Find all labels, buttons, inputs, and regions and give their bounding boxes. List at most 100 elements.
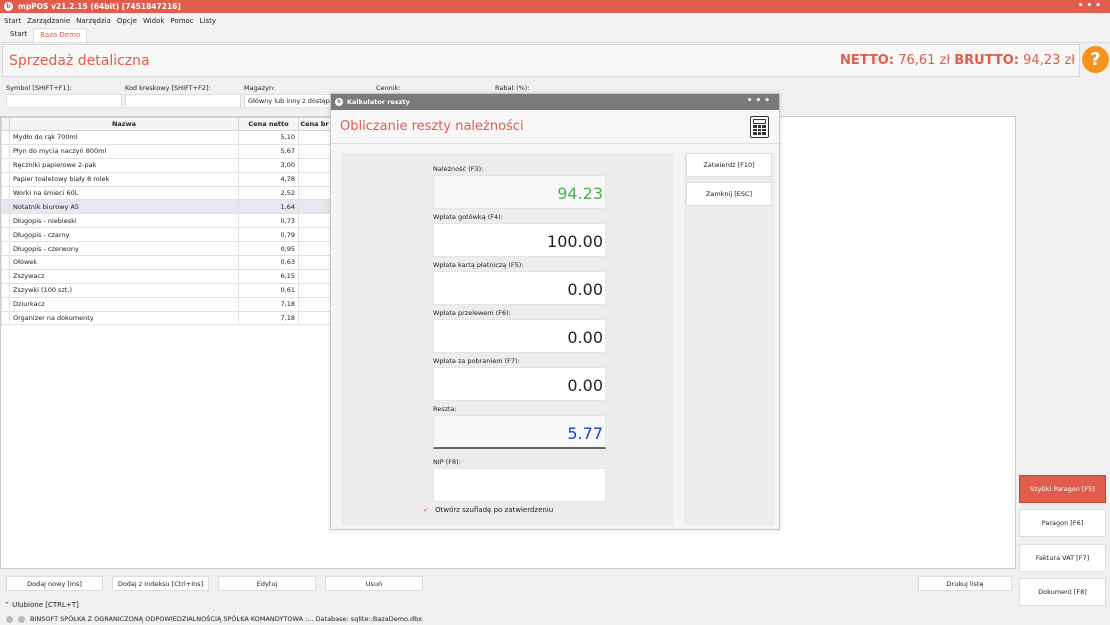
change-calculator-dialog: b Kalkulator reszty ••• Obliczanie reszt… <box>330 93 780 530</box>
dialog-title: Kalkulator reszty <box>347 98 410 106</box>
cod-input[interactable]: 0.00 <box>433 367 606 401</box>
product-name: Zszywki (100 szt.) <box>9 282 239 298</box>
menu-options[interactable]: Opcje <box>117 17 137 25</box>
product-name: Dziurkacz <box>9 296 239 312</box>
change-label: Reszta: <box>433 405 457 413</box>
gross-price <box>298 199 331 215</box>
edit-button[interactable]: Edytuj <box>218 576 316 591</box>
row-indicator <box>1 185 10 201</box>
menu-view[interactable]: Widok <box>143 17 165 25</box>
open-drawer-checkbox[interactable]: ✓ Otwórz szufladę po zatwierdzeniu <box>423 506 553 514</box>
row-indicator <box>1 241 10 257</box>
bottom-toolbar: Dodaj nowy [Ins] Dodaj z indeksu [Ctrl+I… <box>0 576 1016 591</box>
product-name: Długopis - czerwony <box>9 241 239 257</box>
table-row[interactable]: Dziurkacz 7,18 <box>1 296 331 312</box>
table-row[interactable]: Papier toaletowy biały 8 rolek 4,78 <box>1 171 331 187</box>
table-row[interactable]: Mydło do rąk 700ml 5,10 <box>1 130 331 145</box>
confirm-button[interactable]: Zatwierdź [F10] <box>686 153 772 177</box>
gross-price <box>298 241 331 257</box>
product-name: Ołówek <box>9 255 239 270</box>
receipt-button[interactable]: Paragon [F6] <box>1019 509 1106 537</box>
change-field: Reszta: 5.77 <box>433 405 606 449</box>
dialog-menu-icon[interactable]: ••• <box>747 97 773 106</box>
barcode-label: Kod kreskowy [SHIFT+F2]: <box>125 84 211 92</box>
table-row[interactable]: Zszywacz 6,15 <box>1 268 331 284</box>
gross-price <box>298 255 331 270</box>
barcode-input[interactable] <box>125 94 241 108</box>
cash-label: Wpłata gotówką (F4): <box>433 213 503 221</box>
table-row[interactable]: Płyn do mycia naczyń 800ml 5,67 <box>1 143 331 159</box>
net-price: 5,67 <box>238 143 299 159</box>
table-row[interactable]: Długopis - czerwony 0,95 <box>1 241 331 257</box>
cod-label: Wpłata za pobraniem (F7): <box>433 357 520 365</box>
print-list-button[interactable]: Drukuj listę <box>918 576 1012 591</box>
gross-price <box>298 227 331 243</box>
page-title: Sprzedaż detaliczna <box>9 52 150 69</box>
dialog-titlebar: b Kalkulator reszty ••• <box>331 94 779 110</box>
window-menu-icon[interactable]: ••• <box>1078 2 1104 11</box>
symbol-label: Symbol [SHIFT+F1]: <box>6 84 72 92</box>
invoice-button[interactable]: Faktura VAT [F7] <box>1019 544 1106 572</box>
gross-price <box>298 185 331 201</box>
table-row[interactable]: Organizer na dokumenty 7,18 <box>1 310 331 326</box>
product-name: Zszywacz <box>9 268 239 284</box>
add-from-index-button[interactable]: Dodaj z indeksu [Ctrl+Ins] <box>112 576 209 591</box>
cash-input[interactable]: 100.00 <box>433 223 606 257</box>
net-price: 0,61 <box>238 282 299 298</box>
row-indicator <box>1 268 10 284</box>
close-button[interactable]: Zamknij [ESC] <box>686 182 772 206</box>
add-new-button[interactable]: Dodaj nowy [Ins] <box>6 576 103 591</box>
menu-lists[interactable]: Listy <box>200 17 216 25</box>
table-row[interactable]: Długopis - niebieski 0,73 <box>1 213 331 229</box>
column-net-price-header[interactable]: Cena netto <box>238 117 299 131</box>
column-gross-price-header[interactable]: Cena br <box>298 117 331 131</box>
product-name: Papier toaletowy biały 8 rolek <box>9 171 239 187</box>
net-price: 0,73 <box>238 213 299 229</box>
card-label: Wpłata kartą płatniczą (F5): <box>433 261 524 269</box>
quick-receipt-button[interactable]: Szybki Paragon [F5] <box>1019 475 1106 503</box>
dialog-header: Obliczanie reszty należności <box>331 110 779 144</box>
barcode-filter: Kod kreskowy [SHIFT+F2]: <box>125 84 241 108</box>
row-indicator <box>1 282 10 298</box>
menu-bar: Start Zarządzanie Narzędzia Opcje Widok … <box>0 13 1110 28</box>
card-input[interactable]: 0.00 <box>433 271 606 305</box>
netto-value: 76,61 zł <box>898 53 951 68</box>
table-row[interactable]: Długopis - czarny 0,79 <box>1 227 331 243</box>
column-name-header[interactable]: Nazwa <box>9 117 239 131</box>
status-dot-icon <box>18 615 25 623</box>
table-row[interactable]: Ołówek 0,63 <box>1 255 331 270</box>
gross-price <box>298 213 331 229</box>
transfer-input[interactable]: 0.00 <box>433 319 606 353</box>
favorites-toggle[interactable]: ⌃ Ulubione [CTRL+T] <box>4 601 79 609</box>
menu-help[interactable]: Pomoc <box>170 17 193 25</box>
row-indicator <box>1 157 10 173</box>
due-label: Należność (F3): <box>433 165 484 173</box>
nip-input[interactable] <box>433 468 606 502</box>
table-row[interactable]: Notatnik biurowy A5 1,64 <box>1 199 331 215</box>
checkmark-icon: ✓ <box>423 506 429 514</box>
dialog-heading: Obliczanie reszty należności <box>340 119 524 134</box>
tab-baza-demo[interactable]: Baza Demo <box>33 28 88 42</box>
dialog-button-panel <box>684 153 775 525</box>
document-button[interactable]: Dokument [F8] <box>1019 578 1106 606</box>
warehouse-label: Magazyn: <box>244 84 276 92</box>
tab-start[interactable]: Start <box>4 28 33 42</box>
table-row[interactable]: Worki na śmieci 60L 2,52 <box>1 185 331 201</box>
row-indicator-header <box>1 117 10 131</box>
window-titlebar: b mpPOS v21.2.15 (64bit) [7451847216] ••… <box>0 0 1110 13</box>
help-icon[interactable]: ? <box>1082 46 1109 73</box>
table-row[interactable]: Zszywki (100 szt.) 0,61 <box>1 282 331 298</box>
status-dot-icon <box>6 615 13 623</box>
product-name: Ręczniki papierowe 2-pak <box>9 157 239 173</box>
symbol-input[interactable] <box>6 94 122 108</box>
brutto-value: 94,23 zł <box>1023 53 1075 68</box>
menu-start[interactable]: Start <box>4 17 21 25</box>
menu-management[interactable]: Zarządzanie <box>27 17 70 25</box>
menu-tools[interactable]: Narzędzia <box>76 17 111 25</box>
table-row[interactable]: Ręczniki papierowe 2-pak 3,00 <box>1 157 331 173</box>
window-title: mpPOS v21.2.15 (64bit) [7451847216] <box>18 2 181 11</box>
delete-button[interactable]: Usuń <box>325 576 423 591</box>
chevron-icon: ⌃ <box>4 601 10 609</box>
status-bar: BINSOFT SPÓŁKA Z OGRANICZONĄ ODPOWIEDZIA… <box>0 613 1110 625</box>
transfer-field: Wpłata przelewem (F6): 0.00 <box>433 309 606 353</box>
